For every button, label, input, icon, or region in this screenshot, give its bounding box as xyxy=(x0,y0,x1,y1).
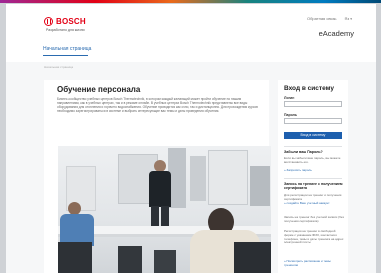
schedule-link[interactable]: » Посмотреть расписание и темы тренингов xyxy=(284,259,344,268)
top-links: Обратная связь Яз▾ xyxy=(307,16,352,21)
bosch-logo[interactable]: BOSCH xyxy=(44,17,86,26)
no-account-text: Запись на тренинг без учетной записи (бе… xyxy=(284,215,344,223)
training-photo xyxy=(58,146,271,273)
free-registration-text: Регистрация на тренинг в свободной форме… xyxy=(284,229,344,245)
register-title: Запись на тренинг с получением сертифика… xyxy=(284,182,343,191)
divider xyxy=(284,178,342,179)
login-panel: Вход в систему Логин Пароль Вход в систе… xyxy=(278,80,348,273)
brand-title: eAcademy xyxy=(318,29,354,38)
language-label: Яз xyxy=(344,16,350,21)
breadcrumb[interactable]: Начальная страница xyxy=(44,65,73,69)
intro-text: Бизнес-сообщество учебных центров Bosch … xyxy=(57,97,258,113)
logo-text: BOSCH xyxy=(56,17,86,26)
request-password-link[interactable]: » Запросить пароль xyxy=(284,168,344,173)
logo-subtitle: Разработано для жизни xyxy=(46,28,85,32)
nav-home-tab[interactable]: Начальная страница xyxy=(43,46,91,52)
password-input[interactable] xyxy=(284,118,342,124)
site-header: BOSCH Разработано для жизни Обратная свя… xyxy=(6,4,376,62)
forgot-password-title: Забыли ваш Пароль? xyxy=(284,150,323,154)
feedback-link[interactable]: Обратная связь xyxy=(307,16,336,21)
divider xyxy=(284,146,342,147)
login-input[interactable] xyxy=(284,101,342,107)
page-title: Обучение персонала xyxy=(57,85,141,94)
forgot-password-text: Если вы забыли ваш пароль, вы можете вос… xyxy=(284,156,341,164)
password-label: Пароль xyxy=(284,113,298,117)
page: BOSCH Разработано для жизни Обратная свя… xyxy=(6,4,376,273)
login-title: Вход в систему xyxy=(284,85,334,92)
main-content: Обучение персонала Бизнес-сообщество уче… xyxy=(44,80,271,273)
create-account-link[interactable]: » создайте Ваш учетный аккаунт xyxy=(284,201,344,206)
login-button[interactable]: Вход в систему xyxy=(284,132,342,139)
language-link[interactable]: Яз▾ xyxy=(345,16,353,21)
bosch-armature-icon xyxy=(44,17,53,26)
nav-active-indicator xyxy=(43,55,88,56)
login-label: Логин xyxy=(284,96,295,100)
brand-color-bar xyxy=(0,0,381,3)
chevron-down-icon: ▾ xyxy=(350,17,352,21)
